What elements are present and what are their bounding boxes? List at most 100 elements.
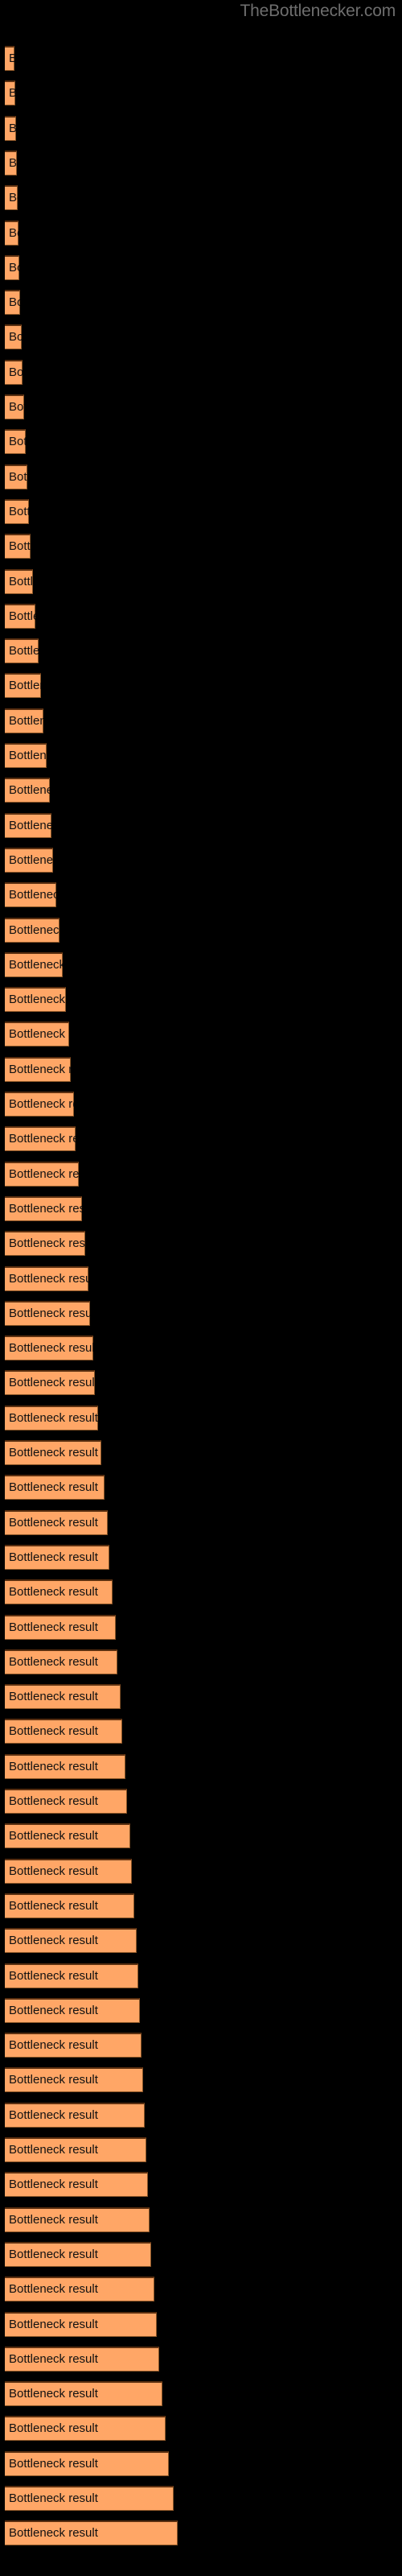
bar-label: Bottleneck result [9,504,29,518]
bar-row: Bottleneck result [0,1335,402,1361]
bar-label-clip: Bottleneck result [5,1475,105,1500]
bar-row: Bottleneck result [0,1579,402,1605]
bar-label-clip: Bottleneck result [5,2242,151,2267]
bar-label-clip: Bottleneck result [5,1370,95,1395]
bar-row: Bottleneck result [0,1475,402,1501]
bar-row: Bottleneck result [0,1022,402,1047]
bar-label: Bottleneck result [9,609,35,623]
bar-row: Bottleneck result [0,498,402,524]
bar-label-clip: Bottleneck result [5,1754,125,1779]
bar-row: Bottleneck result [0,1684,402,1710]
bar-label: Bottleneck result [9,749,47,762]
bar-row: Bottleneck result [0,2520,402,2546]
bar-row: Bottleneck result [0,1265,402,1291]
bar-label: Bottleneck result [9,1446,98,1459]
bar-row: Bottleneck result [0,220,402,246]
bar-label: Bottleneck result [9,2073,98,2087]
bar-label: Bottleneck result [9,225,18,240]
bar-row: Bottleneck result [0,673,402,699]
bar-label-clip: Bottleneck result [5,1162,79,1187]
bar-label-clip: Bottleneck result [5,324,22,349]
bar-label-clip: Bottleneck result [5,952,63,977]
bar-row: Bottleneck result [0,2137,402,2162]
bar-row: Bottleneck result [0,464,402,489]
bar-label: Bottleneck result [9,260,19,275]
bar-label: Bottleneck result [9,2317,98,2331]
bar-label: Bottleneck result [9,1898,98,1913]
bar-label-clip: Bottleneck result [5,394,24,419]
bar-label: Bottleneck result [9,435,26,449]
bar-label-clip: Bottleneck result [5,2067,143,2092]
bar-label: Bottleneck result [9,1236,85,1251]
bar-label: Bottleneck result [9,2351,98,2366]
bar-label-clip: Bottleneck result [5,1615,116,1640]
bar-row: Bottleneck result [0,2207,402,2232]
bar-row: Bottleneck result [0,1719,402,1744]
bar-label: Bottleneck result [9,1829,98,1843]
bar-label: Bottleneck result [9,295,20,310]
bar-label-clip: Bottleneck result [5,1823,130,1848]
bar-row: Bottleneck result [0,1509,402,1535]
bar-row: Bottleneck result [0,1195,402,1221]
bar-label-clip: Bottleneck result [5,255,19,280]
bar-label-clip: Bottleneck result [5,1649,117,1674]
bar-label-clip: Bottleneck result [5,1057,71,1082]
bar-label: Bottleneck result [9,2212,98,2227]
bar-label: Bottleneck result [9,330,22,345]
bar-row: Bottleneck result [0,1056,402,1082]
bar-label-clip: Bottleneck result [5,743,47,768]
bar-row: Bottleneck result [0,743,402,768]
bar-row: Bottleneck result [0,2033,402,2058]
bar-label: Bottleneck result [9,923,59,937]
bar-row: Bottleneck result [0,115,402,141]
bar-row: Bottleneck result [0,254,402,280]
bar-label-clip: Bottleneck result [5,116,16,141]
bar-row: Bottleneck result [0,1614,402,1640]
bar-label: Bottleneck result [9,1654,98,1669]
bar-label: Bottleneck result [9,2143,98,2157]
bar-label-clip: Bottleneck result [5,2451,169,2476]
bar-label-clip: Bottleneck result [5,708,43,733]
bar-label-clip: Bottleneck result [5,1859,132,1884]
bar-label: Bottleneck result [9,1027,69,1042]
bar-label: Bottleneck result [9,2003,98,2017]
bar-label-clip: Bottleneck result [5,2416,166,2441]
bar-label-clip: Bottleneck result [5,1406,98,1430]
bar-row: Bottleneck result [0,80,402,106]
bar-row: Bottleneck result [0,2311,402,2337]
bar-row: Bottleneck result [0,394,402,419]
bar-label-clip: Bottleneck result [5,2277,154,2301]
bar-label-clip: Bottleneck result [5,499,29,524]
bar-label-clip: Bottleneck result [5,185,18,210]
bar-label: Bottleneck result [9,713,43,728]
bar-label-clip: Bottleneck result [5,46,14,71]
bar-label-clip: Bottleneck result [5,1440,101,1465]
bar-label-clip: Bottleneck result [5,987,66,1012]
bar-label-clip: Bottleneck result [5,1998,140,2023]
bar-label-clip: Bottleneck result [5,2172,148,2197]
bar-row: Bottleneck result [0,638,402,664]
bar-label: Bottleneck result [9,1759,98,1773]
bar-row: Bottleneck result [0,2416,402,2442]
bar-label-clip: Bottleneck result [5,1928,137,1953]
bar-label-clip: Bottleneck result [5,1510,108,1535]
bar-label: Bottleneck result [9,644,39,658]
bar-row: Bottleneck result [0,534,402,559]
bar-label-clip: Bottleneck result [5,151,17,175]
bar-label: Bottleneck result [9,52,14,65]
bar-label-clip: Bottleneck result [5,604,35,629]
bar-label-clip: Bottleneck result [5,464,27,489]
bar-label-clip: Bottleneck result [5,429,26,454]
bar-label-clip: Bottleneck result [5,569,33,594]
bar-label: Bottleneck result [9,1620,98,1634]
bar-label-clip: Bottleneck result [5,1789,127,1814]
bar-row: Bottleneck result [0,917,402,943]
bar-label-clip: Bottleneck result [5,1126,76,1151]
bar-label: Bottleneck result [9,1271,88,1286]
bar-label: Bottleneck result [9,1306,90,1320]
bar-label-clip: Bottleneck result [5,2137,146,2162]
bar-row: Bottleneck result [0,2450,402,2476]
bar-label-clip: Bottleneck result [5,80,15,105]
bar-label-clip: Bottleneck result [5,813,51,838]
bar-label-clip: Bottleneck result [5,1092,74,1117]
